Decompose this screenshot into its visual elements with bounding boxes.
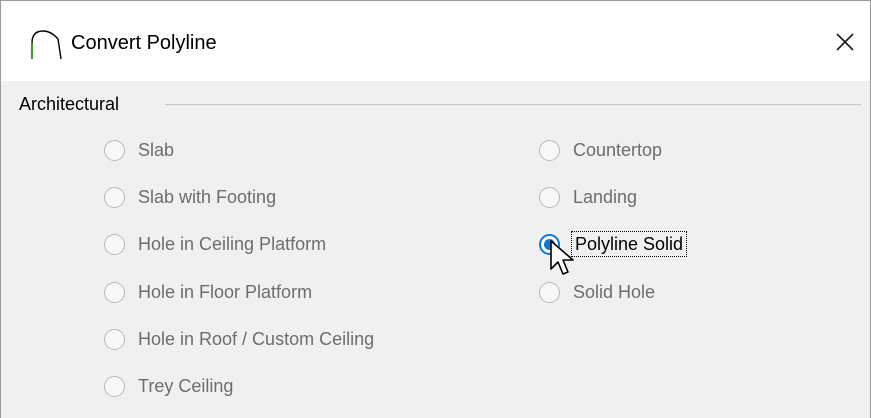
radio-hole-in-ceiling-platform[interactable]: Hole in Ceiling Platform bbox=[104, 230, 326, 258]
radio-hole-in-floor-platform[interactable]: Hole in Floor Platform bbox=[104, 278, 312, 306]
polyline-arc-icon bbox=[30, 30, 62, 60]
radio-circle[interactable] bbox=[539, 186, 560, 208]
radio-circle[interactable] bbox=[104, 281, 125, 303]
radio-circle[interactable] bbox=[104, 233, 125, 255]
radio-slab-with-footing[interactable]: Slab with Footing bbox=[104, 183, 276, 211]
radio-trey-ceiling[interactable]: Trey Ceiling bbox=[104, 372, 233, 400]
radio-label: Hole in Floor Platform bbox=[138, 282, 313, 302]
radio-label: Hole in Ceiling Platform bbox=[138, 234, 327, 254]
title-bar: Convert Polyline bbox=[1, 1, 870, 81]
group-divider bbox=[165, 104, 861, 105]
radio-circle[interactable] bbox=[539, 281, 560, 303]
radio-label: Hole in Roof / Custom Ceiling bbox=[138, 329, 375, 349]
radio-landing[interactable]: Landing bbox=[539, 183, 637, 211]
radio-label: Slab with Footing bbox=[138, 187, 277, 207]
radio-circle[interactable] bbox=[104, 186, 125, 208]
radio-label: Solid Hole bbox=[573, 282, 656, 302]
radio-polyline-solid[interactable]: Polyline Solid bbox=[539, 230, 688, 258]
radio-circle-selected[interactable] bbox=[539, 233, 560, 255]
radio-solid-hole[interactable]: Solid Hole bbox=[539, 278, 655, 306]
radio-label: Countertop bbox=[573, 140, 663, 160]
radio-hole-in-roof-custom-ceiling[interactable]: Hole in Roof / Custom Ceiling bbox=[104, 325, 374, 353]
radio-circle[interactable] bbox=[104, 375, 125, 397]
radio-circle[interactable] bbox=[104, 328, 125, 350]
radio-circle[interactable] bbox=[104, 139, 125, 161]
radio-label: Trey Ceiling bbox=[138, 376, 234, 396]
radio-slab[interactable]: Slab bbox=[104, 136, 174, 164]
convert-polyline-dialog: Convert Polyline Architectural Slab Slab… bbox=[0, 0, 871, 418]
radio-label: Polyline Solid bbox=[571, 231, 688, 257]
close-icon[interactable] bbox=[831, 28, 859, 56]
radio-label: Slab bbox=[138, 140, 175, 160]
group-label-architectural: Architectural bbox=[19, 93, 126, 115]
radio-label: Landing bbox=[573, 187, 638, 207]
radio-circle[interactable] bbox=[539, 139, 560, 161]
dialog-title: Convert Polyline bbox=[71, 32, 217, 54]
radio-countertop[interactable]: Countertop bbox=[539, 136, 662, 164]
